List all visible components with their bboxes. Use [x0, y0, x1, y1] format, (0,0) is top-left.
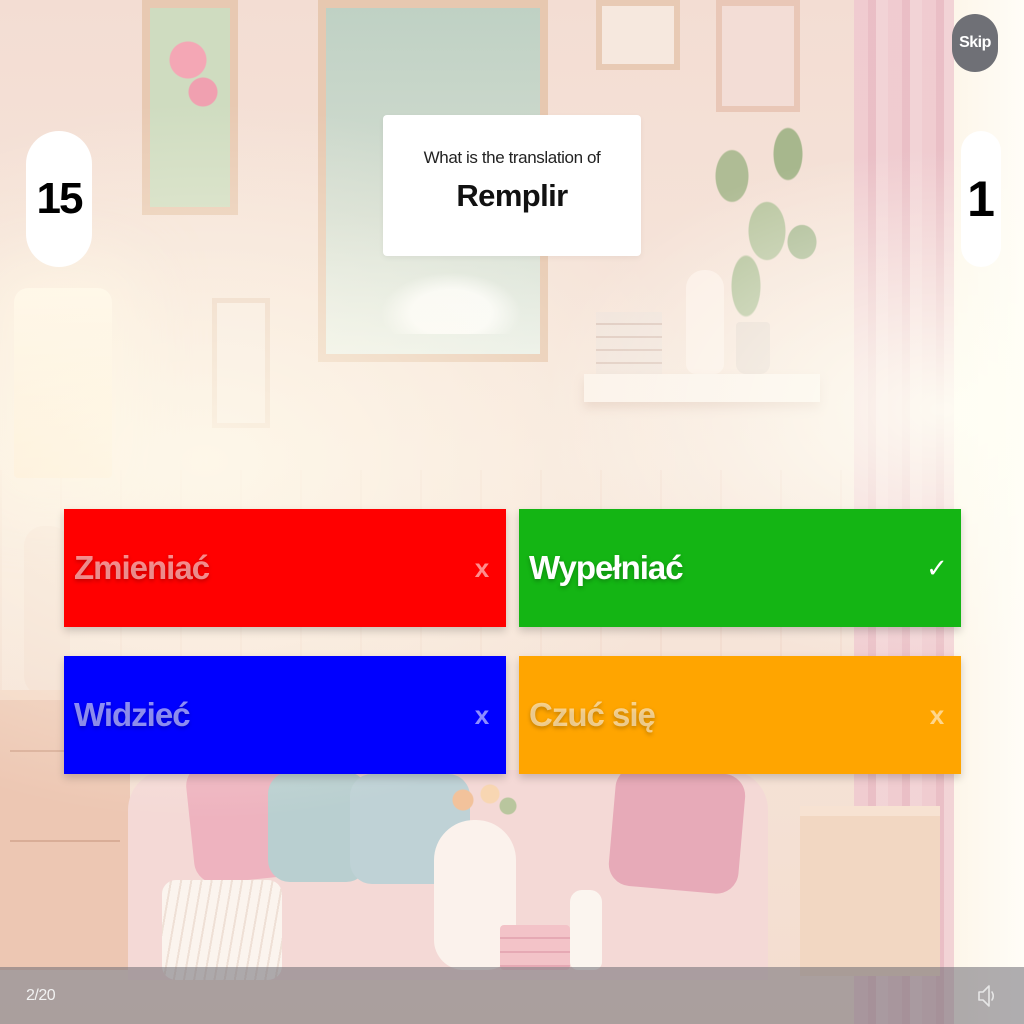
answer-label: Widzieć: [74, 696, 191, 733]
answer-option-3[interactable]: Widzieć x: [64, 656, 506, 774]
answer-option-4[interactable]: Czuć się x: [519, 656, 961, 774]
answer-label: Zmieniać: [74, 549, 210, 586]
checkmark-icon: ✓: [926, 552, 948, 583]
score-value: 1: [967, 171, 995, 227]
question-prompt: What is the translation of: [423, 147, 601, 167]
skip-button[interactable]: Skip: [952, 14, 998, 72]
sound-toggle-button[interactable]: [974, 981, 1000, 1011]
cross-icon: x: [474, 699, 490, 730]
answer-option-1[interactable]: Zmieniać x: [64, 509, 506, 627]
speaker-icon: [978, 984, 995, 1007]
score-badge: 1: [961, 131, 1001, 267]
question-word: Remplir: [456, 177, 568, 213]
timer-value: 15: [36, 174, 84, 223]
question-card: What is the translation of Remplir: [383, 115, 641, 256]
answer-label: Wypełniać: [529, 549, 684, 586]
answer-label: Czuć się: [529, 696, 656, 733]
answer-option-2[interactable]: Wypełniać ✓: [519, 509, 961, 627]
cross-icon: x: [474, 552, 490, 583]
bottom-bar: 2/20: [0, 967, 1024, 1024]
question-progress: 2/20: [26, 986, 56, 1004]
cross-icon: x: [929, 699, 945, 730]
timer-badge: 15: [26, 131, 92, 267]
